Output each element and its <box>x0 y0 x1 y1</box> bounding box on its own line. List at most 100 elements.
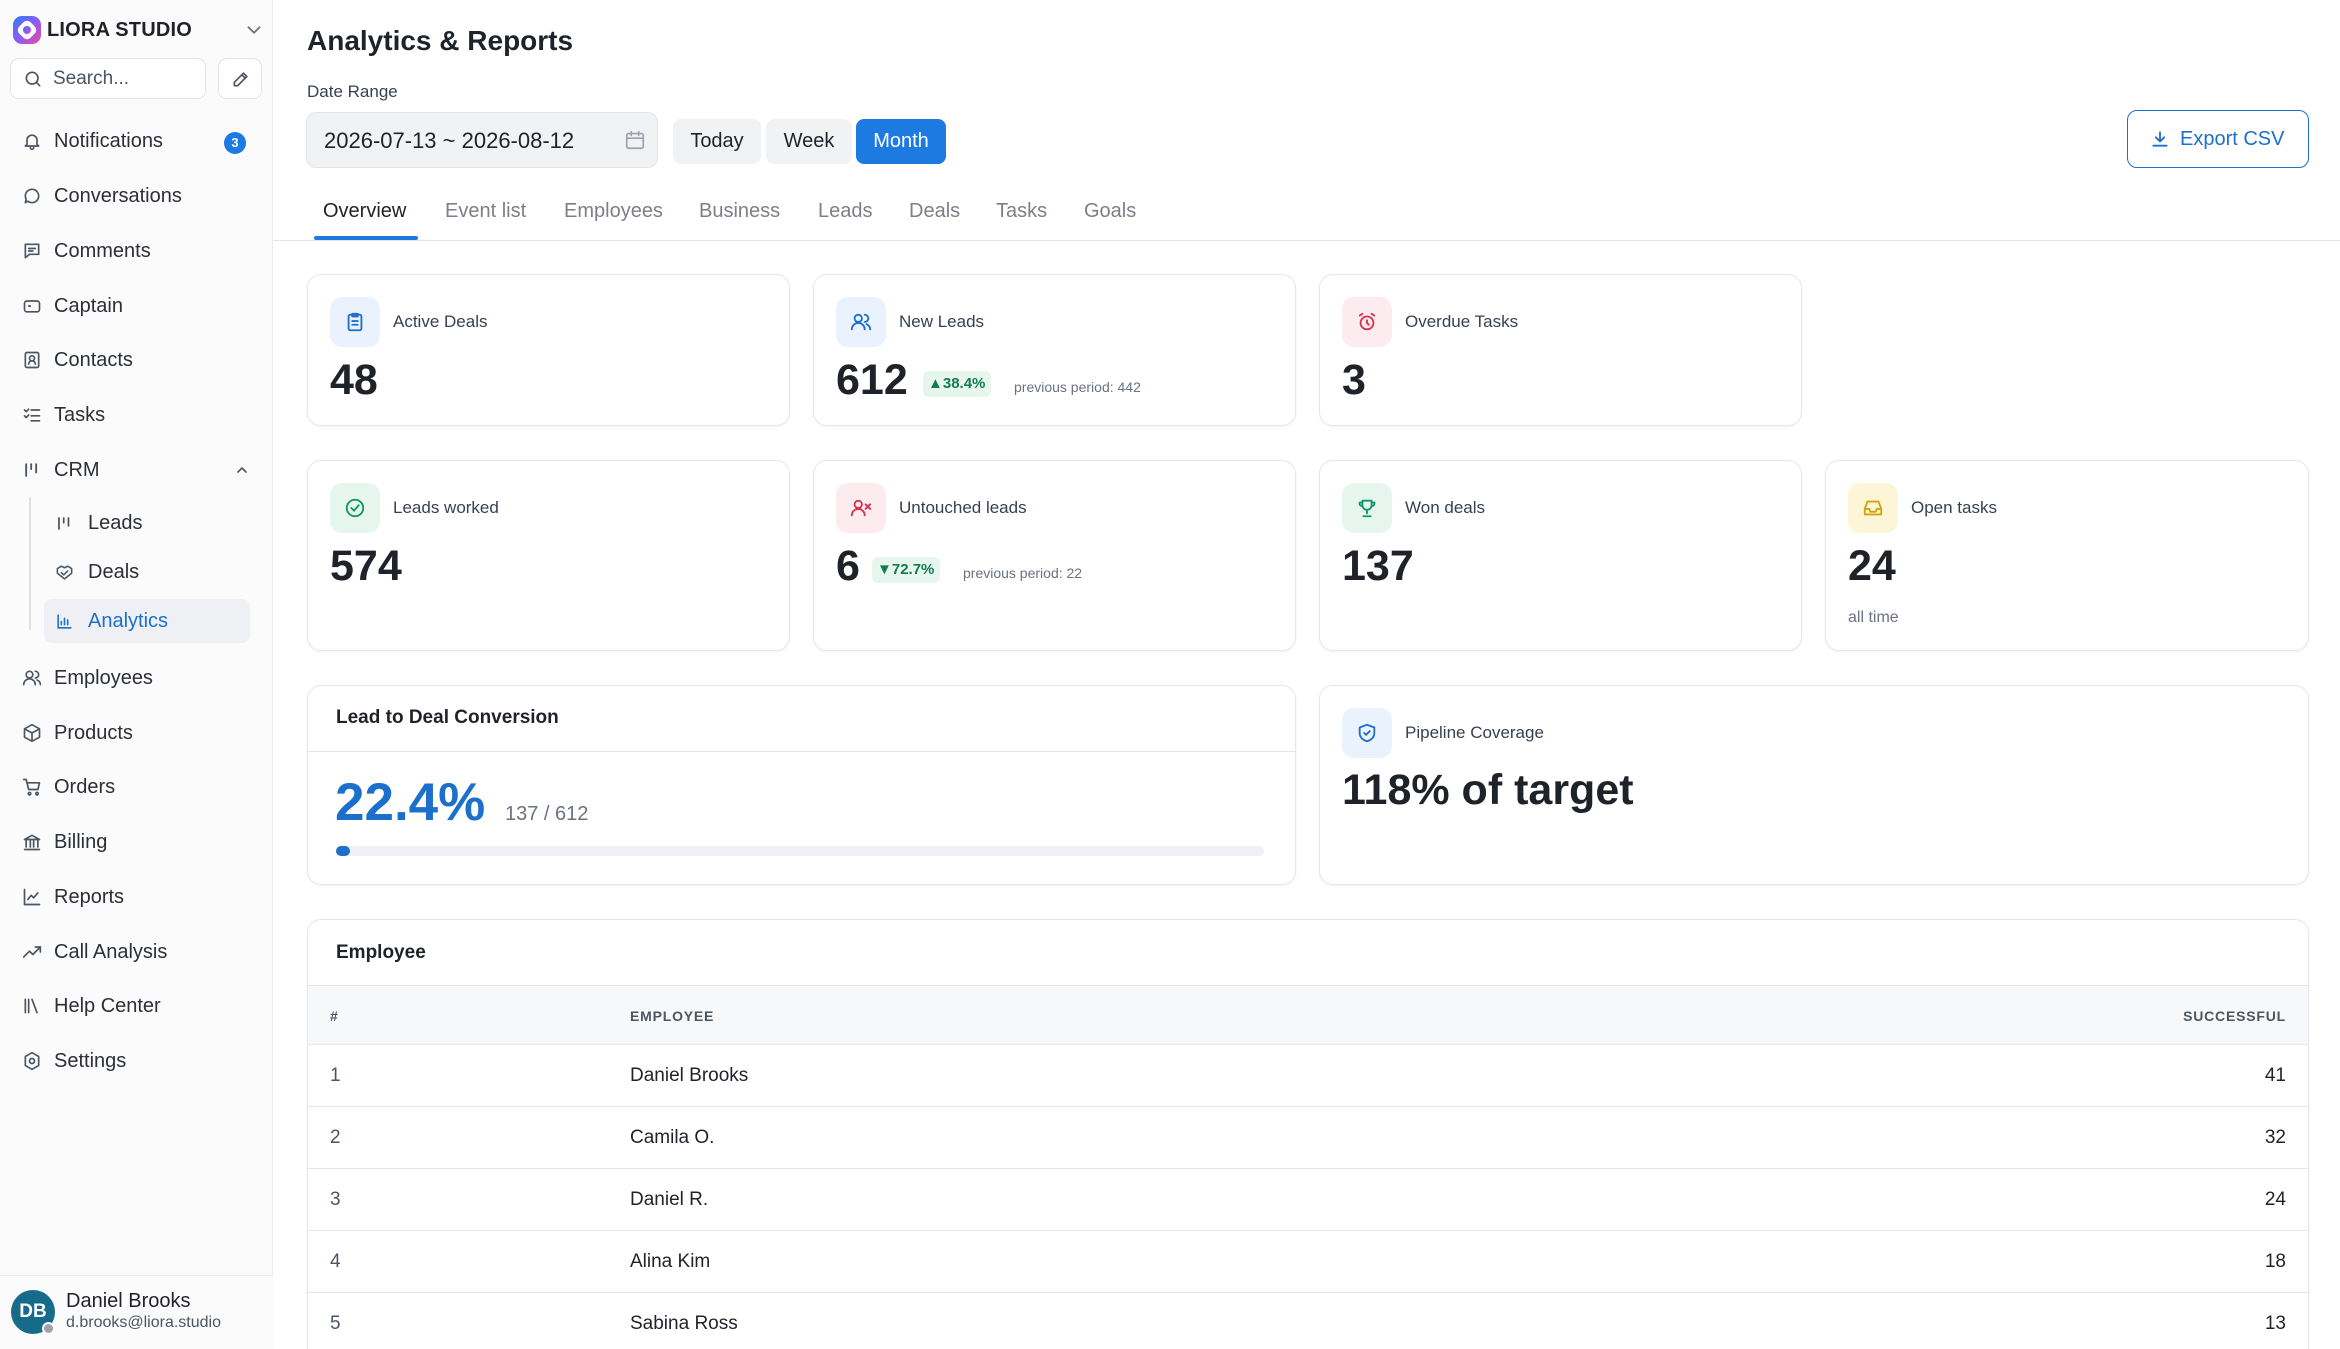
row-successful-count: 32 <box>2264 1127 2286 1148</box>
date-range-label: Date Range <box>307 82 398 101</box>
tab-goals[interactable]: Goals <box>1084 200 1136 223</box>
sidebar-subitem-leads[interactable]: Leads <box>44 501 250 545</box>
sidebar-item-employees[interactable]: Employees <box>10 656 262 700</box>
export-csv-button[interactable]: Export CSV <box>2127 110 2309 168</box>
table-row[interactable]: 3 Daniel R. 24 <box>308 1169 2308 1231</box>
sidebar-item-conversations[interactable]: Conversations <box>10 174 262 218</box>
sidebar-item-comments[interactable]: Comments <box>10 229 262 273</box>
tab-business[interactable]: Business <box>699 200 780 223</box>
kpi-title: Overdue Tasks <box>1405 312 1519 331</box>
previous-period-text: previous period: 22 <box>963 565 1083 581</box>
table-row[interactable]: 4 Alina Kim 18 <box>308 1231 2308 1293</box>
search-input[interactable] <box>53 67 193 91</box>
kpi-card-untouched-leads: Untouched leads 6 ▼72.7% previous period… <box>813 460 1296 651</box>
kpi-title: Active Deals <box>393 312 488 331</box>
column-header-rank[interactable]: # <box>330 1008 339 1024</box>
sidebar-item-contacts[interactable]: Contacts <box>10 338 262 382</box>
kpi-value: 6 <box>836 542 860 590</box>
date-range-value: 2026-07-13 ~ 2026-08-12 <box>324 128 575 153</box>
triangle-up-icon: ▲ <box>928 375 943 392</box>
table-row[interactable]: 5 Sabina Ross 13 <box>308 1293 2308 1349</box>
sidebar-item-label: Products <box>54 722 133 744</box>
table-row[interactable]: 1 Daniel Brooks 41 <box>308 1045 2308 1107</box>
conversion-card: Lead to Deal Conversion 22.4% 137 / 612 <box>307 685 1296 885</box>
alarm-clock-icon <box>1358 312 1376 331</box>
column-header-successful[interactable]: SUCCESSFUL <box>2183 1008 2286 1024</box>
tab-overview[interactable]: Overview <box>323 200 406 223</box>
column-header-employee[interactable]: EMPLOYEE <box>630 1008 714 1024</box>
kpi-icon-badge <box>1342 297 1392 347</box>
user-x-icon <box>850 499 872 517</box>
row-rank: 3 <box>330 1189 341 1210</box>
sidebar-item-billing[interactable]: Billing <box>10 820 262 864</box>
conversion-progress-bar <box>336 846 1264 856</box>
triangle-down-icon: ▼ <box>877 561 892 578</box>
preset-today-button[interactable]: Today <box>673 119 761 164</box>
sidebar-item-label: Conversations <box>54 185 182 207</box>
date-range-picker[interactable]: 2026-07-13 ~ 2026-08-12 <box>306 112 658 168</box>
table-header: # EMPLOYEE SUCCESSFUL <box>308 985 2308 1045</box>
user-profile[interactable]: DB Daniel Brooks d.brooks@liora.studio <box>0 1275 273 1349</box>
trophy-icon <box>1358 499 1376 518</box>
row-rank: 2 <box>330 1127 341 1148</box>
sidebar-search-row <box>10 58 262 99</box>
notification-count-badge: 3 <box>224 132 246 154</box>
crm-icon <box>25 463 38 477</box>
sidebar: LIORA STUDIO Notifications 3 Conversatio… <box>0 0 273 1349</box>
compose-button[interactable] <box>218 58 262 99</box>
sidebar-item-notifications[interactable]: Notifications 3 <box>10 119 262 163</box>
sidebar-subitem-analytics[interactable]: Analytics <box>44 599 250 643</box>
gear-icon <box>24 1051 40 1071</box>
workspace-switcher[interactable]: LIORA STUDIO <box>10 13 265 47</box>
sidebar-item-tasks[interactable]: Tasks <box>10 393 262 437</box>
tab-event-list[interactable]: Event list <box>445 200 526 223</box>
sidebar-item-reports[interactable]: Reports <box>10 875 262 919</box>
row-employee-name: Alina Kim <box>630 1251 711 1272</box>
brand-logo-icon <box>13 16 41 44</box>
preset-month-button[interactable]: Month <box>856 119 946 164</box>
sidebar-item-label: Captain <box>54 295 123 317</box>
kpi-title: Open tasks <box>1911 498 1997 517</box>
chat-bubble-icon <box>24 188 40 204</box>
kpi-icon-badge <box>836 297 886 347</box>
trend-value: 38.4% <box>942 375 986 392</box>
row-employee-name: Daniel R. <box>630 1189 709 1210</box>
kpi-icon-badge <box>330 297 380 347</box>
conversion-ratio: 137 / 612 <box>505 803 589 825</box>
sidebar-subitem-label: Leads <box>88 512 143 534</box>
employee-table-title: Employee <box>336 942 426 963</box>
row-rank: 4 <box>330 1251 341 1272</box>
tab-tasks[interactable]: Tasks <box>996 200 1047 223</box>
row-employee-name: Sabina Ross <box>630 1313 738 1334</box>
sidebar-item-orders[interactable]: Orders <box>10 765 262 809</box>
kpi-title: Leads worked <box>393 498 499 517</box>
report-tabs: Overview Event list Employees Business L… <box>273 186 2340 241</box>
sidebar-item-products[interactable]: Products <box>10 711 262 755</box>
sidebar-subitem-label: Deals <box>88 561 140 583</box>
sidebar-item-label: CRM <box>54 459 100 481</box>
user-email: d.brooks@liora.studio <box>66 1314 221 1331</box>
preset-week-button[interactable]: Week <box>766 119 852 164</box>
sidebar-item-settings[interactable]: Settings <box>10 1039 262 1083</box>
sidebar-item-crm[interactable]: CRM <box>10 448 262 492</box>
crm-submenu-guide <box>29 497 31 630</box>
bank-icon <box>23 834 41 851</box>
workspace-name: LIORA STUDIO <box>47 18 192 41</box>
kpi-title: New Leads <box>899 312 985 331</box>
sidebar-item-label: Help Center <box>54 995 161 1017</box>
sidebar-item-captain[interactable]: Captain <box>10 284 262 328</box>
sidebar-item-label: Orders <box>54 776 116 798</box>
kpi-value: 24 <box>1848 542 1896 590</box>
clipboard-icon <box>347 312 363 332</box>
tab-deals[interactable]: Deals <box>909 200 960 223</box>
sidebar-item-help-center[interactable]: Help Center <box>10 984 262 1028</box>
active-tab-indicator <box>314 236 418 240</box>
task-list-icon <box>23 408 41 422</box>
sidebar-subitem-deals[interactable]: Deals <box>44 550 250 594</box>
table-row[interactable]: 2 Camila O. 32 <box>308 1107 2308 1169</box>
tab-leads[interactable]: Leads <box>818 200 873 223</box>
row-successful-count: 41 <box>2264 1065 2286 1086</box>
sidebar-item-call-analysis[interactable]: Call Analysis <box>10 930 262 974</box>
kpi-icon-badge <box>330 483 380 533</box>
tab-employees[interactable]: Employees <box>564 200 663 223</box>
